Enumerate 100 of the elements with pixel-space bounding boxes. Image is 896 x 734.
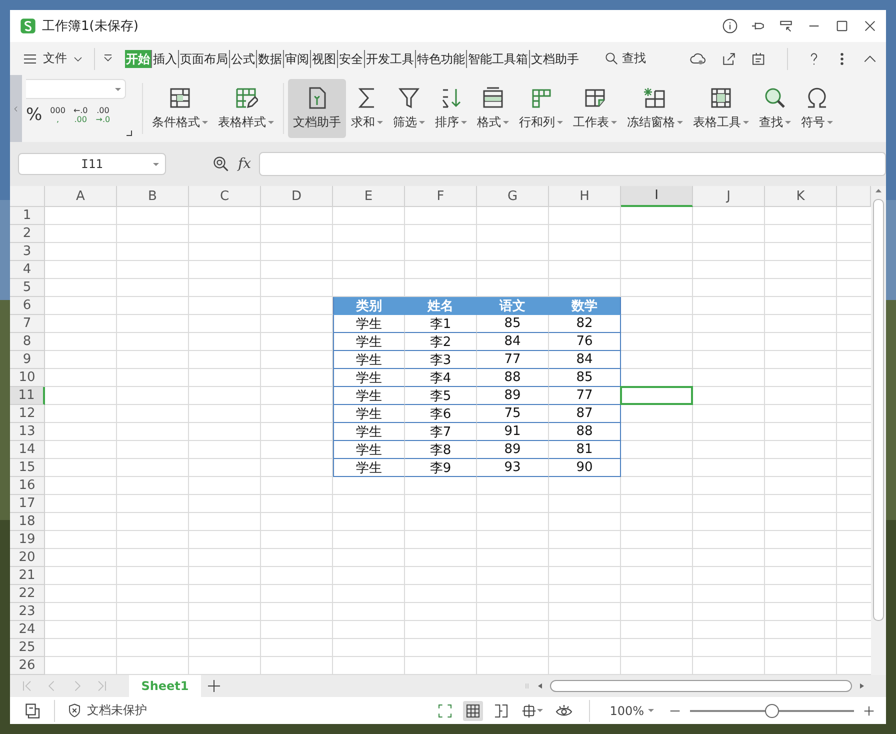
column-header[interactable]: J <box>693 186 765 207</box>
cell-grid[interactable]: 类别 姓名 语文 数学 学生 李1 85 82 学生 李2 84 76 学生 李3 77 84 学生 李4 88 85 学生 李5 89 77 学生 李6 75 87 学生 李7 91 88 学生 李8 89 81 学生 李9 93 90 <box>45 207 871 675</box>
row-header[interactable]: 18 <box>10 513 45 531</box>
column-header[interactable]: B <box>117 186 189 207</box>
column-header[interactable]: E <box>333 186 405 207</box>
row-header[interactable]: 22 <box>10 585 45 603</box>
dialog-launcher-icon[interactable] <box>126 130 132 136</box>
row-header[interactable]: 21 <box>10 567 45 585</box>
row-header[interactable]: 16 <box>10 477 45 495</box>
menu-tab[interactable]: 智能工具箱 <box>466 50 529 68</box>
scroll-thumb[interactable] <box>873 199 884 621</box>
row-header[interactable]: 4 <box>10 261 45 279</box>
ribbon-button[interactable]: 冻结窗格 <box>622 79 688 138</box>
row-header[interactable]: 9 <box>10 351 45 369</box>
app-logo-icon <box>20 18 36 34</box>
row-header[interactable]: 17 <box>10 495 45 513</box>
menu-tab[interactable]: 公式 <box>229 50 256 68</box>
document-icon[interactable] <box>24 702 42 720</box>
number-format-button[interactable]: .00 →.0 <box>96 106 110 124</box>
column-header[interactable]: K <box>765 186 837 207</box>
table-cell: 李8 <box>405 441 477 459</box>
number-format-button[interactable]: 000 , <box>50 106 66 124</box>
ribbon-button[interactable]: 文档助手 <box>288 79 346 138</box>
row-header[interactable]: 10 <box>10 369 45 387</box>
add-sheet-icon[interactable] <box>206 678 222 694</box>
ribbon-button[interactable]: 表格样式 <box>213 79 279 138</box>
normal-view-button[interactable] <box>462 700 483 720</box>
column-header[interactable]: A <box>45 186 117 207</box>
column-header[interactable]: H <box>549 186 621 207</box>
zoom-in-icon[interactable] <box>862 704 876 718</box>
share-icon[interactable] <box>721 50 737 66</box>
shield-icon[interactable] <box>67 703 82 718</box>
number-format-field[interactable] <box>26 79 126 99</box>
ribbon-button[interactable]: 格式 <box>472 79 514 138</box>
table-cell: 81 <box>549 441 621 459</box>
column-header[interactable]: D <box>261 186 333 207</box>
scroll-left-icon[interactable] <box>536 682 544 690</box>
column-header[interactable]: I <box>621 186 693 207</box>
ribbon-button[interactable]: 排序 <box>430 79 472 138</box>
row-header[interactable]: 6 <box>10 297 45 315</box>
table-cell: 李4 <box>405 369 477 387</box>
menu-tab[interactable]: 插入 <box>151 50 178 68</box>
ribbon-button[interactable]: 筛选 <box>388 79 430 138</box>
menu-tab[interactable]: 审阅 <box>283 50 310 68</box>
column-header[interactable]: C <box>189 186 261 207</box>
name-box[interactable]: I11 <box>18 153 166 175</box>
ribbon-button[interactable]: 符号 <box>796 79 838 138</box>
row-header[interactable]: 24 <box>10 621 45 639</box>
slider-thumb[interactable] <box>765 704 779 718</box>
ribbon-button[interactable]: 求和 <box>346 79 388 138</box>
maximize-icon[interactable] <box>834 18 850 34</box>
formula-input[interactable] <box>259 152 886 176</box>
window-arrow-icon[interactable] <box>778 18 794 34</box>
menu-tab[interactable]: 数据 <box>256 50 283 68</box>
column-header[interactable]: G <box>477 186 549 207</box>
ribbon-button[interactable]: 工作表 <box>568 79 622 138</box>
info-icon[interactable] <box>722 18 738 34</box>
row-header[interactable]: 13 <box>10 423 45 441</box>
number-format-button[interactable]: ←.0 .00 <box>73 106 88 124</box>
ribbon-button[interactable]: 条件格式 <box>147 79 213 138</box>
zoom-slider[interactable] <box>690 704 854 718</box>
number-format-button[interactable]: % <box>26 105 42 125</box>
row-header[interactable]: 25 <box>10 639 45 657</box>
scroll-right-icon[interactable] <box>858 682 866 690</box>
row-header[interactable]: 5 <box>10 279 45 297</box>
row-header[interactable]: 3 <box>10 243 45 261</box>
row-header[interactable]: 2 <box>10 225 45 243</box>
menu-tab[interactable]: 页面布局 <box>178 50 229 68</box>
ribbon-button[interactable]: 查找 <box>754 79 796 138</box>
selected-cell[interactable] <box>620 386 693 405</box>
vertical-scrollbar[interactable] <box>871 186 886 675</box>
row-header[interactable]: 12 <box>10 405 45 423</box>
column-header[interactable]: F <box>405 186 477 207</box>
row-header[interactable]: 26 <box>10 657 45 675</box>
menu-tab[interactable]: 文档助手 <box>529 50 580 68</box>
row-header[interactable]: 19 <box>10 531 45 549</box>
function-button[interactable]: fx <box>238 156 252 172</box>
ribbon-button[interactable]: 行和列 <box>514 79 568 138</box>
horizontal-scroll-thumb[interactable] <box>550 680 852 692</box>
protection-status[interactable]: 文档未保护 <box>87 702 147 719</box>
row-header[interactable]: 15 <box>10 459 45 477</box>
menu-tab[interactable]: 视图 <box>310 50 337 68</box>
row-header[interactable]: 1 <box>10 207 45 225</box>
row-header[interactable]: 11 <box>10 387 45 405</box>
search-button[interactable]: 查找 <box>598 49 652 68</box>
row-header[interactable]: 23 <box>10 603 45 621</box>
ribbon-button[interactable]: 表格工具 <box>688 79 754 138</box>
zoom-icon[interactable] <box>212 155 230 173</box>
zoom-dropdown[interactable]: 100% <box>604 702 660 718</box>
row-header[interactable]: 14 <box>10 441 45 459</box>
table-cell: 84 <box>549 351 621 369</box>
menu-tab[interactable]: 开发工具 <box>364 50 415 68</box>
table-cell: 88 <box>477 369 549 387</box>
row-header[interactable]: 20 <box>10 549 45 567</box>
row-header[interactable]: 8 <box>10 333 45 351</box>
row-header[interactable]: 7 <box>10 315 45 333</box>
menu-tab[interactable]: 特色功能 <box>415 50 466 68</box>
file-menu[interactable]: 文件 <box>18 48 88 69</box>
close-icon[interactable] <box>862 18 878 34</box>
menu-tab[interactable]: 安全 <box>337 50 364 68</box>
